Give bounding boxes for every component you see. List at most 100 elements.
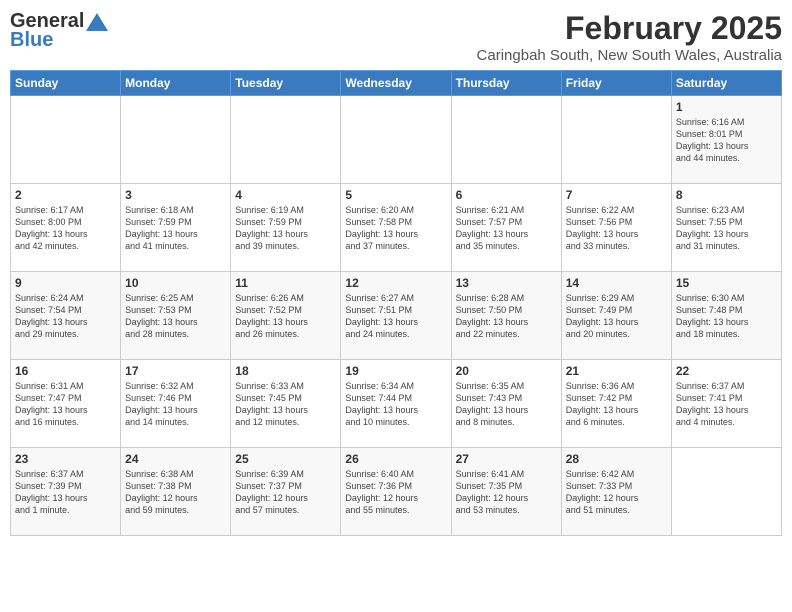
day-info: Sunrise: 6:25 AM Sunset: 7:53 PM Dayligh… [125,292,226,341]
calendar-day-cell: 20 Sunrise: 6:35 AM Sunset: 7:43 PM Dayli… [451,360,561,448]
calendar-day-cell [11,96,121,184]
month-year-title: February 2025 [477,10,782,47]
calendar-day-cell: 7Sunrise: 6:22 AM Sunset: 7:56 PM Daylig… [561,184,671,272]
calendar-day-cell [451,96,561,184]
calendar-day-cell: 23Sunrise: 6:37 AM Sunset: 7:39 PM Dayli… [11,448,121,536]
day-number: 9 [15,276,116,290]
calendar-day-cell: 15 Sunrise: 6:30 AM Sunset: 7:48 PM Dayli… [671,272,781,360]
day-number: 16 [15,364,116,378]
day-info: Sunrise: 6:33 AM Sunset: 7:45 PM Dayligh… [235,380,336,429]
logo-icon [86,13,108,31]
day-info: Sunrise: 6:17 AM Sunset: 8:00 PM Dayligh… [15,204,116,253]
day-info: Sunrise: 6:18 AM Sunset: 7:59 PM Dayligh… [125,204,226,253]
day-number: 6 [456,188,557,202]
calendar-day-cell: 8Sunrise: 6:23 AM Sunset: 7:55 PM Daylig… [671,184,781,272]
calendar-day-cell: 19 Sunrise: 6:34 AM Sunset: 7:44 PM Dayli… [341,360,451,448]
day-number: 4 [235,188,336,202]
page-header: General Blue February 2025 Caringbah Sou… [10,10,782,64]
day-info: Sunrise: 6:32 AM Sunset: 7:46 PM Dayligh… [125,380,226,429]
calendar-day-cell [341,96,451,184]
day-info: Sunrise: 6:40 AM Sunset: 7:36 PM Dayligh… [345,468,446,517]
calendar-day-cell: 17 Sunrise: 6:32 AM Sunset: 7:46 PM Dayli… [121,360,231,448]
calendar-day-cell: 11Sunrise: 6:26 AM Sunset: 7:52 PM Dayli… [231,272,341,360]
weekday-header-saturday: Saturday [671,71,781,96]
weekday-header-row: SundayMondayTuesdayWednesdayThursdayFrid… [11,71,782,96]
calendar-week-row: 1 Sunrise: 6:16 AM Sunset: 8:01 PM Daylig… [11,96,782,184]
day-number: 28 [566,452,667,466]
day-number: 17 [125,364,226,378]
day-number: 10 [125,276,226,290]
calendar-day-cell: 10 Sunrise: 6:25 AM Sunset: 7:53 PM Dayli… [121,272,231,360]
day-info: Sunrise: 6:27 AM Sunset: 7:51 PM Dayligh… [345,292,446,341]
calendar-day-cell: 14 Sunrise: 6:29 AM Sunset: 7:49 PM Dayli… [561,272,671,360]
day-info: Sunrise: 6:37 AM Sunset: 7:39 PM Dayligh… [15,468,116,517]
calendar-week-row: 16Sunrise: 6:31 AM Sunset: 7:47 PM Dayli… [11,360,782,448]
calendar-week-row: 2 Sunrise: 6:17 AM Sunset: 8:00 PM Daylig… [11,184,782,272]
calendar-day-cell: 3 Sunrise: 6:18 AM Sunset: 7:59 PM Daylig… [121,184,231,272]
day-number: 13 [456,276,557,290]
calendar-day-cell: 25 Sunrise: 6:39 AM Sunset: 7:37 PM Dayli… [231,448,341,536]
calendar-day-cell: 28 Sunrise: 6:42 AM Sunset: 7:33 PM Dayli… [561,448,671,536]
calendar-day-cell: 6 Sunrise: 6:21 AM Sunset: 7:57 PM Daylig… [451,184,561,272]
weekday-header-tuesday: Tuesday [231,71,341,96]
title-area: February 2025 Caringbah South, New South… [477,10,782,64]
day-info: Sunrise: 6:39 AM Sunset: 7:37 PM Dayligh… [235,468,336,517]
calendar-day-cell: 22Sunrise: 6:37 AM Sunset: 7:41 PM Dayli… [671,360,781,448]
weekday-header-friday: Friday [561,71,671,96]
day-number: 11 [235,276,336,290]
calendar-day-cell: 5 Sunrise: 6:20 AM Sunset: 7:58 PM Daylig… [341,184,451,272]
logo-blue: Blue [10,29,53,52]
day-number: 1 [676,100,777,114]
day-info: Sunrise: 6:21 AM Sunset: 7:57 PM Dayligh… [456,204,557,253]
day-number: 26 [345,452,446,466]
day-info: Sunrise: 6:24 AM Sunset: 7:54 PM Dayligh… [15,292,116,341]
calendar-day-cell: 1 Sunrise: 6:16 AM Sunset: 8:01 PM Daylig… [671,96,781,184]
calendar-day-cell: 9 Sunrise: 6:24 AM Sunset: 7:54 PM Daylig… [11,272,121,360]
calendar-day-cell: 18Sunrise: 6:33 AM Sunset: 7:45 PM Dayli… [231,360,341,448]
location-subtitle: Caringbah South, New South Wales, Austra… [477,47,782,64]
day-info: Sunrise: 6:20 AM Sunset: 7:58 PM Dayligh… [345,204,446,253]
calendar-table: SundayMondayTuesdayWednesdayThursdayFrid… [10,70,782,536]
calendar-day-cell [231,96,341,184]
calendar-day-cell [561,96,671,184]
day-number: 24 [125,452,226,466]
day-number: 15 [676,276,777,290]
day-number: 5 [345,188,446,202]
calendar-day-cell: 21 Sunrise: 6:36 AM Sunset: 7:42 PM Dayli… [561,360,671,448]
day-info: Sunrise: 6:29 AM Sunset: 7:49 PM Dayligh… [566,292,667,341]
calendar-day-cell [121,96,231,184]
calendar-day-cell: 2 Sunrise: 6:17 AM Sunset: 8:00 PM Daylig… [11,184,121,272]
calendar-day-cell: 26 Sunrise: 6:40 AM Sunset: 7:36 PM Dayli… [341,448,451,536]
day-number: 2 [15,188,116,202]
day-number: 12 [345,276,446,290]
day-number: 25 [235,452,336,466]
day-info: Sunrise: 6:36 AM Sunset: 7:42 PM Dayligh… [566,380,667,429]
day-info: Sunrise: 6:35 AM Sunset: 7:43 PM Dayligh… [456,380,557,429]
weekday-header-sunday: Sunday [11,71,121,96]
weekday-header-thursday: Thursday [451,71,561,96]
calendar-day-cell: 27 Sunrise: 6:41 AM Sunset: 7:35 PM Dayli… [451,448,561,536]
day-number: 14 [566,276,667,290]
day-info: Sunrise: 6:38 AM Sunset: 7:38 PM Dayligh… [125,468,226,517]
calendar-day-cell [671,448,781,536]
day-info: Sunrise: 6:34 AM Sunset: 7:44 PM Dayligh… [345,380,446,429]
day-info: Sunrise: 6:19 AM Sunset: 7:59 PM Dayligh… [235,204,336,253]
calendar-week-row: 23Sunrise: 6:37 AM Sunset: 7:39 PM Dayli… [11,448,782,536]
day-number: 20 [456,364,557,378]
calendar-day-cell: 16Sunrise: 6:31 AM Sunset: 7:47 PM Dayli… [11,360,121,448]
day-info: Sunrise: 6:30 AM Sunset: 7:48 PM Dayligh… [676,292,777,341]
calendar-day-cell: 13 Sunrise: 6:28 AM Sunset: 7:50 PM Dayli… [451,272,561,360]
day-info: Sunrise: 6:41 AM Sunset: 7:35 PM Dayligh… [456,468,557,517]
logo: General Blue [10,10,108,52]
day-info: Sunrise: 6:42 AM Sunset: 7:33 PM Dayligh… [566,468,667,517]
day-info: Sunrise: 6:16 AM Sunset: 8:01 PM Dayligh… [676,116,777,165]
day-number: 21 [566,364,667,378]
day-number: 19 [345,364,446,378]
day-number: 3 [125,188,226,202]
day-number: 27 [456,452,557,466]
day-info: Sunrise: 6:22 AM Sunset: 7:56 PM Dayligh… [566,204,667,253]
day-info: Sunrise: 6:28 AM Sunset: 7:50 PM Dayligh… [456,292,557,341]
weekday-header-wednesday: Wednesday [341,71,451,96]
day-number: 22 [676,364,777,378]
day-info: Sunrise: 6:23 AM Sunset: 7:55 PM Dayligh… [676,204,777,253]
